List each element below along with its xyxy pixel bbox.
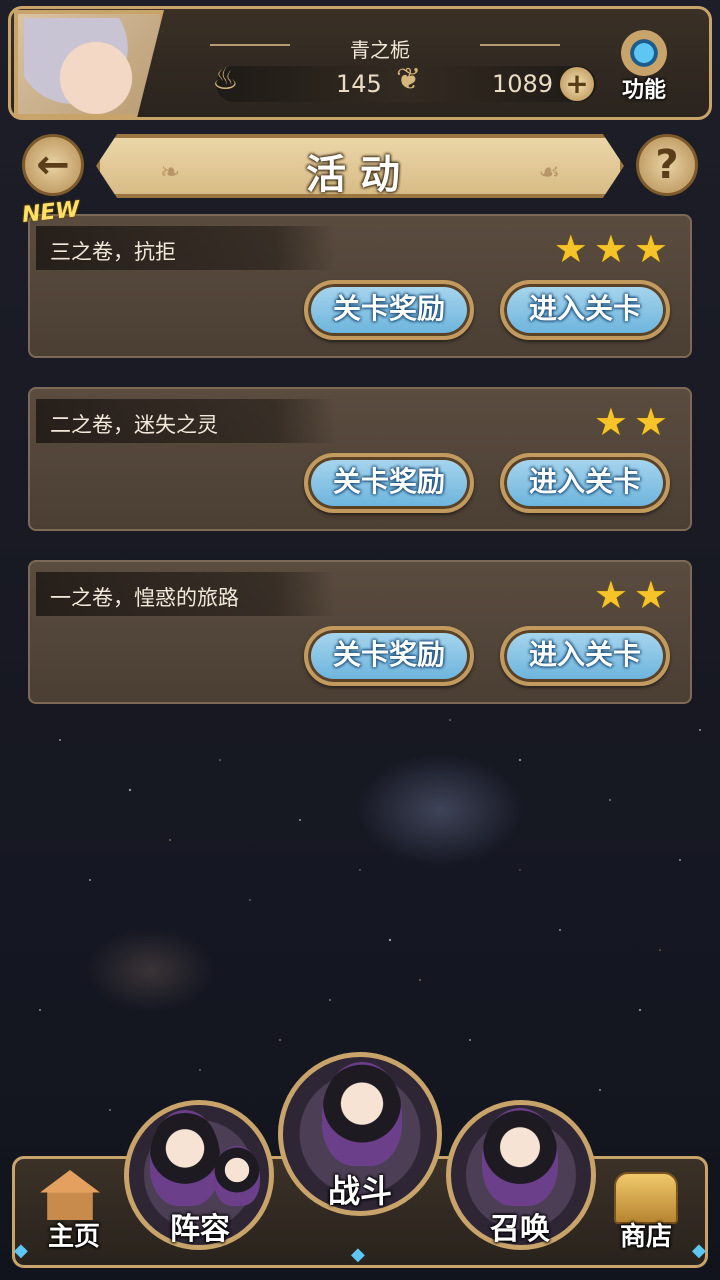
- help-button[interactable]: ?: [636, 134, 698, 196]
- stage-title: 三之卷，抗拒: [50, 240, 176, 264]
- star-icon: ★: [633, 400, 668, 444]
- player-name: 青之栀: [350, 38, 410, 62]
- stage-title: 一之卷，惶惑的旅路: [50, 586, 239, 610]
- stage-card-1: 一之卷，惶惑的旅路 ★ ★ 关卡奖励 进入关卡: [28, 560, 692, 704]
- stage-stars: ★ ★ ★: [554, 230, 668, 268]
- star-icon: ★: [593, 400, 628, 444]
- lineup-character-icon: [150, 1110, 220, 1206]
- gear-icon: [621, 30, 667, 76]
- question-mark-icon: ?: [655, 142, 679, 188]
- star-icon: ★: [553, 227, 588, 271]
- nav-summon-label: 召唤: [490, 1212, 550, 1247]
- center-gem-icon: ◆: [351, 1244, 365, 1265]
- stage-title-bar: 三之卷，抗拒: [36, 226, 336, 270]
- name-divider-left: [210, 44, 290, 46]
- star-icon: ★: [593, 227, 628, 271]
- stage-stars: ★ ★: [594, 576, 668, 614]
- stage-card-3: 三之卷，抗拒 ★ ★ ★ 关卡奖励 进入关卡: [28, 214, 692, 358]
- add-currency-button[interactable]: +: [560, 67, 594, 101]
- star-icon: ★: [593, 573, 628, 617]
- stage-title-bar: 二之卷，迷失之灵: [36, 399, 336, 443]
- currency-a-value: 145: [336, 70, 382, 98]
- corner-gem-icon: ◆: [14, 1240, 28, 1261]
- page-title: 活动: [306, 152, 414, 198]
- flame-spirit-icon: ♨: [212, 62, 239, 97]
- stage-reward-button[interactable]: 关卡奖励: [304, 626, 474, 686]
- name-divider-right: [480, 44, 560, 46]
- lineup-character-small-icon: [214, 1146, 260, 1206]
- star-icon: ★: [633, 573, 668, 617]
- nav-battle-label: 战斗: [327, 1172, 392, 1210]
- title-banner: ❧ ☙ 活动: [96, 134, 624, 198]
- avatar-portrait: [24, 18, 144, 114]
- enter-stage-button[interactable]: 进入关卡: [500, 453, 670, 513]
- corner-gem-icon: ◆: [692, 1240, 706, 1261]
- summon-character-icon: [482, 1108, 558, 1206]
- stage-reward-button[interactable]: 关卡奖励: [304, 280, 474, 340]
- nav-home-label: 主页: [47, 1222, 100, 1252]
- butterfly-icon: ❦: [396, 62, 422, 97]
- stage-title: 二之卷，迷失之灵: [50, 413, 218, 437]
- stage-card-2: 二之卷，迷失之灵 ★ ★ 关卡奖励 进入关卡: [28, 387, 692, 531]
- nav-shop-label: 商店: [619, 1222, 672, 1252]
- nav-lineup-label: 阵容: [170, 1212, 230, 1247]
- enter-stage-button[interactable]: 进入关卡: [500, 626, 670, 686]
- currency-b-value: 1089: [492, 70, 554, 98]
- function-menu-button[interactable]: 功能: [614, 30, 674, 104]
- function-label: 功能: [621, 78, 666, 103]
- back-arrow-icon: ←: [36, 142, 70, 188]
- enter-stage-button[interactable]: 进入关卡: [500, 280, 670, 340]
- star-icon: ★: [633, 227, 668, 271]
- stage-stars: ★ ★: [594, 403, 668, 441]
- stage-reward-button[interactable]: 关卡奖励: [304, 453, 474, 513]
- battle-character-icon: [322, 1062, 402, 1166]
- stage-title-bar: 一之卷，惶惑的旅路: [36, 572, 336, 616]
- back-button[interactable]: ←: [22, 134, 84, 196]
